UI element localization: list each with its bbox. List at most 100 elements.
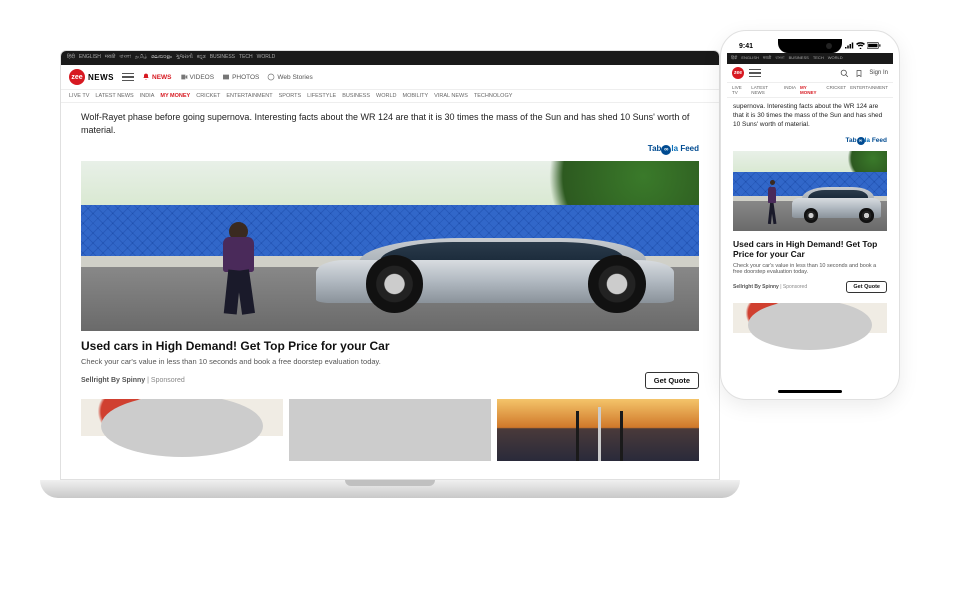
article-content: supernova. Interesting facts about the W…: [727, 98, 893, 357]
lang-item[interactable]: TECH: [813, 55, 824, 62]
cat-item[interactable]: VIRAL NEWS: [434, 93, 468, 99]
ad-description: Check your car's value in less than 10 s…: [733, 263, 887, 275]
video-icon: [180, 73, 188, 81]
cat-item[interactable]: BUSINESS: [342, 93, 370, 99]
ad-footer: Sellright By Spinny | Sponsored Get Quot…: [81, 372, 699, 389]
ad-description: Check your car's value in less than 10 s…: [81, 357, 699, 366]
thumb-3[interactable]: [497, 399, 699, 461]
ad-sponsored-label: Sponsored: [151, 377, 185, 384]
taboola-feed-label: Tab∞la Feed: [733, 137, 887, 145]
ad-sponsored-label: Sponsored: [783, 284, 807, 290]
phone-screen: हिंदी ENGLISH मराठी বাংলা BUSINESS TECH …: [727, 53, 893, 385]
ad-title[interactable]: Used cars in High Demand! Get Top Price …: [81, 339, 699, 353]
search-icon[interactable]: [840, 69, 849, 78]
laptop-screen: हिंदी ENGLISH मराठी বাংলা தமிழ் മലയാളം ગ…: [60, 50, 720, 480]
article-text: Wolf-Rayet phase before going supernova.…: [81, 111, 699, 136]
lang-item[interactable]: BUSINESS: [210, 54, 235, 62]
wifi-icon: [856, 42, 865, 49]
hamburger-icon[interactable]: [122, 73, 134, 82]
cat-item[interactable]: CRICKET: [196, 93, 220, 99]
logo-badge: zee: [69, 69, 85, 85]
nav-photos[interactable]: PHOTOS: [222, 73, 259, 81]
site-logo[interactable]: zee: [732, 67, 744, 79]
ad-brand: Sellright By Spinny: [81, 377, 145, 384]
hamburger-icon[interactable]: [749, 69, 761, 78]
bookmark-icon[interactable]: [855, 69, 863, 78]
get-quote-button[interactable]: Get Quote: [846, 281, 887, 293]
status-icons: [845, 42, 881, 51]
lang-item[interactable]: বাংলা: [119, 54, 131, 62]
category-nav: LIVE TV LATEST NEWS INDIA MY MONEY CRICK…: [61, 90, 719, 103]
lang-item[interactable]: मराठी: [763, 55, 771, 62]
battery-icon: [867, 42, 881, 49]
cat-item[interactable]: INDIA: [784, 85, 796, 95]
nav-webstories[interactable]: Web Stories: [267, 73, 312, 81]
laptop-base: [40, 480, 740, 498]
lang-item[interactable]: தமிழ்: [135, 54, 147, 62]
bell-icon: [142, 73, 150, 81]
lang-item[interactable]: मराठी: [105, 54, 116, 62]
photo-icon: [222, 73, 230, 81]
related-thumbnails: [733, 303, 887, 353]
lang-item[interactable]: ગુજરાતી: [176, 54, 193, 62]
thumb-1[interactable]: [733, 303, 887, 353]
cat-item[interactable]: SPORTS: [279, 93, 302, 99]
stories-icon: [267, 73, 275, 81]
cat-item[interactable]: MOBILITY: [403, 93, 429, 99]
laptop-device: हिंदी ENGLISH मराठी বাংলা தமிழ் മലയാളം ગ…: [40, 50, 740, 498]
nav-news[interactable]: NEWS: [142, 73, 172, 81]
thumb-1[interactable]: [81, 399, 283, 461]
cat-item[interactable]: LIFESTYLE: [307, 93, 336, 99]
lang-item[interactable]: മലയാളം: [151, 54, 172, 62]
cat-item-active[interactable]: MY MONEY: [800, 85, 822, 95]
header-row: zee NEWS NEWS VIDEOS PHOTOS Web Stories: [61, 65, 719, 90]
language-strip[interactable]: हिंदी ENGLISH मराठी বাংলা தமிழ் മലയാളം ગ…: [61, 51, 719, 65]
lang-item[interactable]: TECH: [239, 54, 253, 62]
cat-item[interactable]: ENTERTAINMENT: [850, 85, 888, 95]
related-thumbnails: [81, 399, 699, 461]
phone-home-indicator[interactable]: [778, 390, 842, 393]
logo-badge: zee: [732, 67, 744, 79]
cat-item[interactable]: LIVE TV: [732, 85, 747, 95]
lang-item[interactable]: ENGLISH: [741, 55, 759, 62]
ad-title[interactable]: Used cars in High Demand! Get Top Price …: [733, 239, 887, 259]
site-logo[interactable]: zee NEWS: [69, 69, 114, 85]
phone-notch: [778, 39, 842, 53]
category-nav: LIVE TV LATEST NEWS INDIA MY MONEY CRICK…: [727, 83, 893, 98]
cat-item-active[interactable]: MY MONEY: [160, 93, 190, 99]
cat-item[interactable]: LIVE TV: [69, 93, 89, 99]
thumb-2[interactable]: [289, 399, 491, 461]
lang-item[interactable]: हिंदी: [731, 55, 737, 62]
get-quote-button[interactable]: Get Quote: [645, 372, 699, 389]
language-strip[interactable]: हिंदी ENGLISH मराठी বাংলা BUSINESS TECH …: [727, 53, 893, 64]
cat-item[interactable]: LATEST NEWS: [95, 93, 133, 99]
header-row: zee Sign In: [727, 64, 893, 83]
signal-icon: [845, 42, 854, 49]
phone-device: 9:41 हिंदी ENGLISH मराठी বাংলা BUSINESS …: [720, 30, 900, 400]
top-nav: NEWS VIDEOS PHOTOS Web Stories: [142, 73, 313, 81]
lang-item[interactable]: ENGLISH: [79, 54, 101, 62]
cat-item[interactable]: LATEST NEWS: [751, 85, 780, 95]
taboola-feed-label: Tab∞la Feed: [81, 144, 699, 155]
ad-image[interactable]: [733, 151, 887, 231]
lang-item[interactable]: BUSINESS: [789, 55, 809, 62]
phone-time: 9:41: [739, 43, 753, 50]
lang-item[interactable]: WORLD: [828, 55, 843, 62]
ad-brand: Sellright By Spinny: [733, 284, 779, 290]
article-text: supernova. Interesting facts about the W…: [733, 102, 887, 129]
lang-item[interactable]: हिंदी: [67, 54, 75, 62]
cat-item[interactable]: TECHNOLOGY: [474, 93, 513, 99]
nav-videos[interactable]: VIDEOS: [180, 73, 215, 81]
article-content: Wolf-Rayet phase before going supernova.…: [61, 103, 719, 469]
ad-footer: Sellright By Spinny | Sponsored Get Quot…: [733, 281, 887, 293]
lang-item[interactable]: ಕನ್ನಡ: [197, 54, 206, 62]
signin-link[interactable]: Sign In: [869, 70, 888, 76]
cat-item[interactable]: INDIA: [140, 93, 155, 99]
lang-item[interactable]: WORLD: [257, 54, 276, 62]
logo-text: NEWS: [88, 73, 114, 82]
cat-item[interactable]: WORLD: [376, 93, 396, 99]
cat-item[interactable]: CRICKET: [826, 85, 846, 95]
ad-image[interactable]: [81, 161, 699, 331]
lang-item[interactable]: বাংলা: [775, 55, 784, 62]
cat-item[interactable]: ENTERTAINMENT: [226, 93, 272, 99]
